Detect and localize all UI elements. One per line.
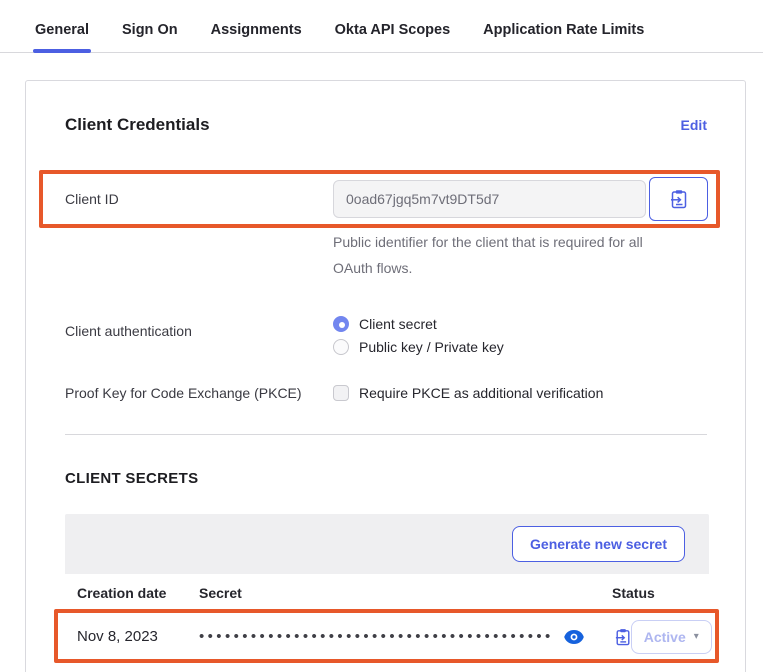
client-credentials-header: Client Credentials Edit [65, 115, 707, 135]
clipboard-copy-icon [615, 628, 631, 646]
option-public-private-key[interactable]: Public key / Private key [333, 339, 504, 355]
client-id-help-text: Public identifier for the client that is… [333, 229, 655, 281]
pkce-option-label: Require PKCE as additional verification [359, 385, 603, 401]
secret-creation-date: Nov 8, 2023 [77, 628, 199, 645]
checkbox-unchecked-icon[interactable] [333, 385, 349, 401]
caret-down-icon: ▾ [694, 631, 699, 642]
option-public-private-key-label: Public key / Private key [359, 339, 504, 355]
secrets-toolbar: Generate new secret [65, 514, 709, 574]
client-authentication-options: Client secret Public key / Private key [333, 313, 504, 355]
client-authentication-row: Client authentication Client secret Publ… [65, 313, 707, 355]
section-divider [65, 434, 707, 435]
option-client-secret-label: Client secret [359, 316, 437, 332]
header-secret: Secret [199, 585, 612, 601]
client-id-label: Client ID [65, 191, 333, 207]
tab-sign-on[interactable]: Sign On [122, 22, 178, 52]
copy-secret-button[interactable] [615, 628, 631, 646]
pkce-label: Proof Key for Code Exchange (PKCE) [65, 385, 333, 401]
radio-unselected-icon[interactable] [333, 339, 349, 355]
reveal-secret-button[interactable] [564, 630, 584, 644]
masked-secret-value: ••••••••••••••••••••••••••••••••••••••••… [199, 628, 554, 645]
status-badge: Active [644, 629, 686, 645]
header-creation-date: Creation date [77, 585, 199, 601]
tab-application-rate-limits[interactable]: Application Rate Limits [483, 22, 644, 52]
status-dropdown-button[interactable]: Active ▾ [631, 620, 712, 654]
client-secrets-title: CLIENT SECRETS [65, 470, 707, 487]
generate-new-secret-button[interactable]: Generate new secret [512, 526, 685, 562]
tab-assignments[interactable]: Assignments [211, 22, 302, 52]
pkce-row: Proof Key for Code Exchange (PKCE) Requi… [65, 385, 707, 401]
edit-link[interactable]: Edit [681, 117, 707, 133]
copy-client-id-button[interactable] [649, 177, 708, 221]
option-client-secret[interactable]: Client secret [333, 316, 504, 332]
tab-general[interactable]: General [35, 22, 89, 52]
app-tab-bar: General Sign On Assignments Okta API Sco… [0, 0, 763, 53]
pkce-option[interactable]: Require PKCE as additional verification [333, 385, 603, 401]
client-secrets-table: Generate new secret Creation date Secret… [65, 514, 709, 662]
eye-icon [564, 630, 584, 644]
clipboard-copy-icon [670, 189, 688, 209]
secret-table-row: Nov 8, 2023 ••••••••••••••••••••••••••••… [65, 612, 709, 662]
tab-okta-api-scopes[interactable]: Okta API Scopes [335, 22, 451, 52]
status-cell: Active ▾ [631, 620, 728, 654]
general-settings-card: Client Credentials Edit Client ID Pu [25, 80, 746, 672]
client-id-group [333, 177, 708, 221]
client-id-input[interactable] [333, 180, 646, 218]
client-credentials-title: Client Credentials [65, 115, 210, 135]
table-header-row: Creation date Secret Status [65, 574, 709, 612]
secret-cell: ••••••••••••••••••••••••••••••••••••••••… [199, 628, 631, 646]
header-status: Status [612, 585, 709, 601]
client-authentication-label: Client authentication [65, 313, 333, 339]
radio-selected-icon[interactable] [333, 316, 349, 332]
client-id-row: Client ID [65, 177, 707, 221]
